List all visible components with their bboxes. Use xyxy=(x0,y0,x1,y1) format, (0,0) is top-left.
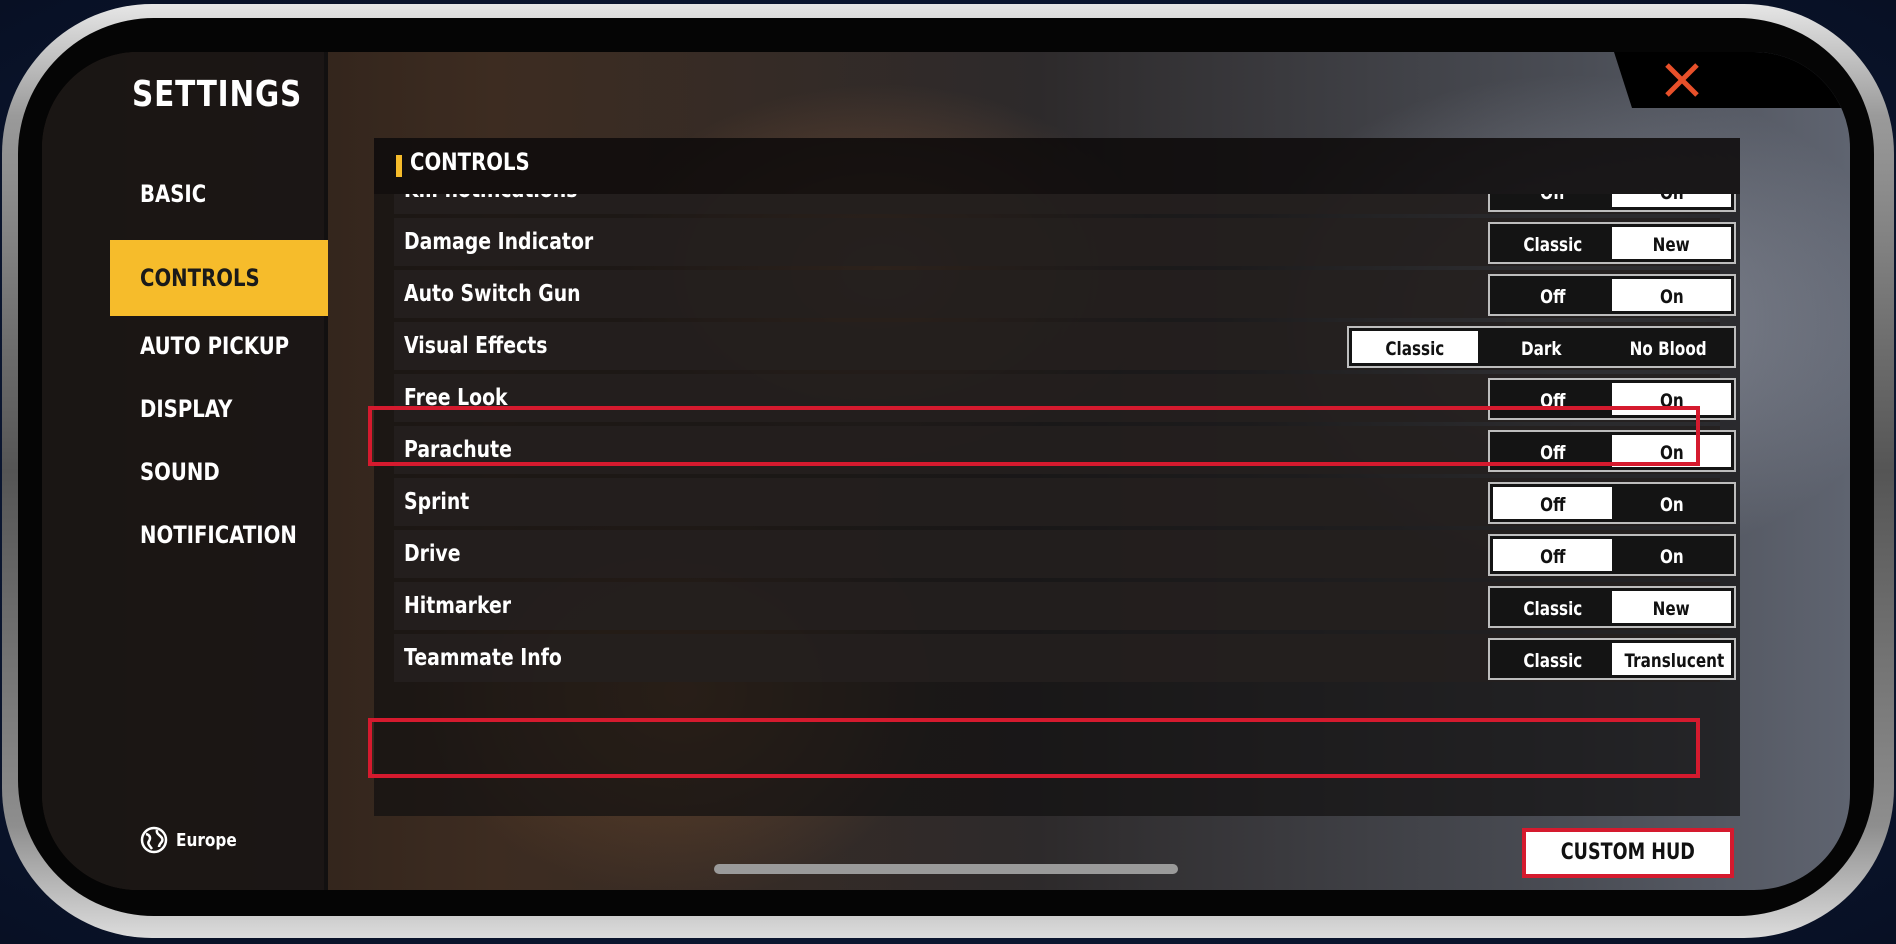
option-off[interactable]: Off xyxy=(1493,487,1612,519)
option-toggle: Classic New xyxy=(1488,222,1736,264)
option-toggle: Classic Translucent xyxy=(1488,638,1736,680)
option-on[interactable]: On xyxy=(1612,487,1731,519)
controls-panel: CONTROLS Kill notifications Off On Damag… xyxy=(368,138,1740,816)
setting-label: Kill notifications xyxy=(404,194,577,214)
setting-label: Hitmarker xyxy=(404,593,512,619)
option-off[interactable]: Off xyxy=(1493,279,1612,311)
setting-row-visual-effects: Visual Effects Classic Dark No Blood xyxy=(394,322,1736,370)
setting-row-drive: Drive Off On xyxy=(394,530,1736,578)
game-screen: SETTINGS BASIC SENSITIVITY CONTROLS AUTO… xyxy=(42,52,1850,890)
option-classic[interactable]: Classic xyxy=(1352,331,1479,363)
option-on[interactable]: On xyxy=(1612,539,1731,571)
option-toggle: Classic New xyxy=(1488,586,1736,628)
settings-list[interactable]: Kill notifications Off On Damage Indicat… xyxy=(374,194,1740,804)
option-toggle: Off On xyxy=(1488,378,1736,420)
setting-label: Sprint xyxy=(404,489,470,515)
option-toggle: Classic Dark No Blood xyxy=(1347,326,1736,368)
option-no-blood[interactable]: No Blood xyxy=(1605,331,1731,363)
sidebar-item-controls[interactable]: CONTROLS xyxy=(110,240,328,316)
option-on[interactable]: On xyxy=(1612,383,1731,415)
close-tab xyxy=(1614,52,1850,108)
setting-row-teammate-info: Teammate Info Classic Translucent xyxy=(394,634,1736,682)
panel-header: CONTROLS xyxy=(374,138,1740,194)
region-label: Europe xyxy=(176,829,237,851)
option-on[interactable]: On xyxy=(1612,435,1731,467)
settings-sidebar: SETTINGS BASIC SENSITIVITY CONTROLS AUTO… xyxy=(42,52,328,890)
setting-label: Free Look xyxy=(404,385,508,411)
setting-row-parachute: Parachute Off On xyxy=(394,426,1736,474)
setting-row-hitmarker: Hitmarker Classic New xyxy=(394,582,1736,630)
setting-label: Drive xyxy=(404,541,461,567)
sidebar-item-notification[interactable]: NOTIFICATION xyxy=(110,497,328,573)
globe-icon xyxy=(140,826,168,854)
option-off[interactable]: Off xyxy=(1493,539,1612,571)
setting-row-sprint: Sprint Off On xyxy=(394,478,1736,526)
settings-title: SETTINGS xyxy=(132,74,303,115)
option-new[interactable]: New xyxy=(1612,227,1731,259)
option-toggle: Off On xyxy=(1488,274,1736,316)
option-toggle: Off On xyxy=(1488,430,1736,472)
option-toggle: Off On xyxy=(1488,534,1736,576)
setting-label: Damage Indicator xyxy=(404,229,594,255)
setting-row-auto-switch-gun: Auto Switch Gun Off On xyxy=(394,270,1736,318)
setting-label: Visual Effects xyxy=(404,333,548,359)
option-on[interactable]: On xyxy=(1612,194,1731,207)
setting-row-kill-notifications: Kill notifications Off On xyxy=(394,194,1736,214)
option-off[interactable]: Off xyxy=(1493,194,1612,207)
home-indicator xyxy=(714,864,1178,874)
panel-title: CONTROLS xyxy=(410,148,530,176)
setting-row-free-look: Free Look Off On xyxy=(394,374,1736,422)
setting-label: Parachute xyxy=(404,437,512,463)
option-classic[interactable]: Classic xyxy=(1493,591,1612,623)
option-toggle: Off On xyxy=(1488,194,1736,212)
custom-hud-button[interactable]: CUSTOM HUD xyxy=(1522,828,1734,878)
option-new[interactable]: New xyxy=(1612,591,1731,623)
setting-label: Teammate Info xyxy=(404,645,562,671)
option-classic[interactable]: Classic xyxy=(1493,227,1612,259)
option-on[interactable]: On xyxy=(1612,279,1731,311)
close-icon[interactable] xyxy=(1662,60,1702,100)
option-dark[interactable]: Dark xyxy=(1478,331,1604,363)
setting-row-damage-indicator: Damage Indicator Classic New xyxy=(394,218,1736,266)
option-classic[interactable]: Classic xyxy=(1493,643,1612,675)
region-selector[interactable]: Europe xyxy=(140,826,247,854)
option-toggle: Off On xyxy=(1488,482,1736,524)
header-accent-bar xyxy=(396,155,402,177)
setting-label: Auto Switch Gun xyxy=(404,281,581,307)
option-translucent[interactable]: Translucent xyxy=(1612,643,1731,675)
option-off[interactable]: Off xyxy=(1493,383,1612,415)
option-off[interactable]: Off xyxy=(1493,435,1612,467)
